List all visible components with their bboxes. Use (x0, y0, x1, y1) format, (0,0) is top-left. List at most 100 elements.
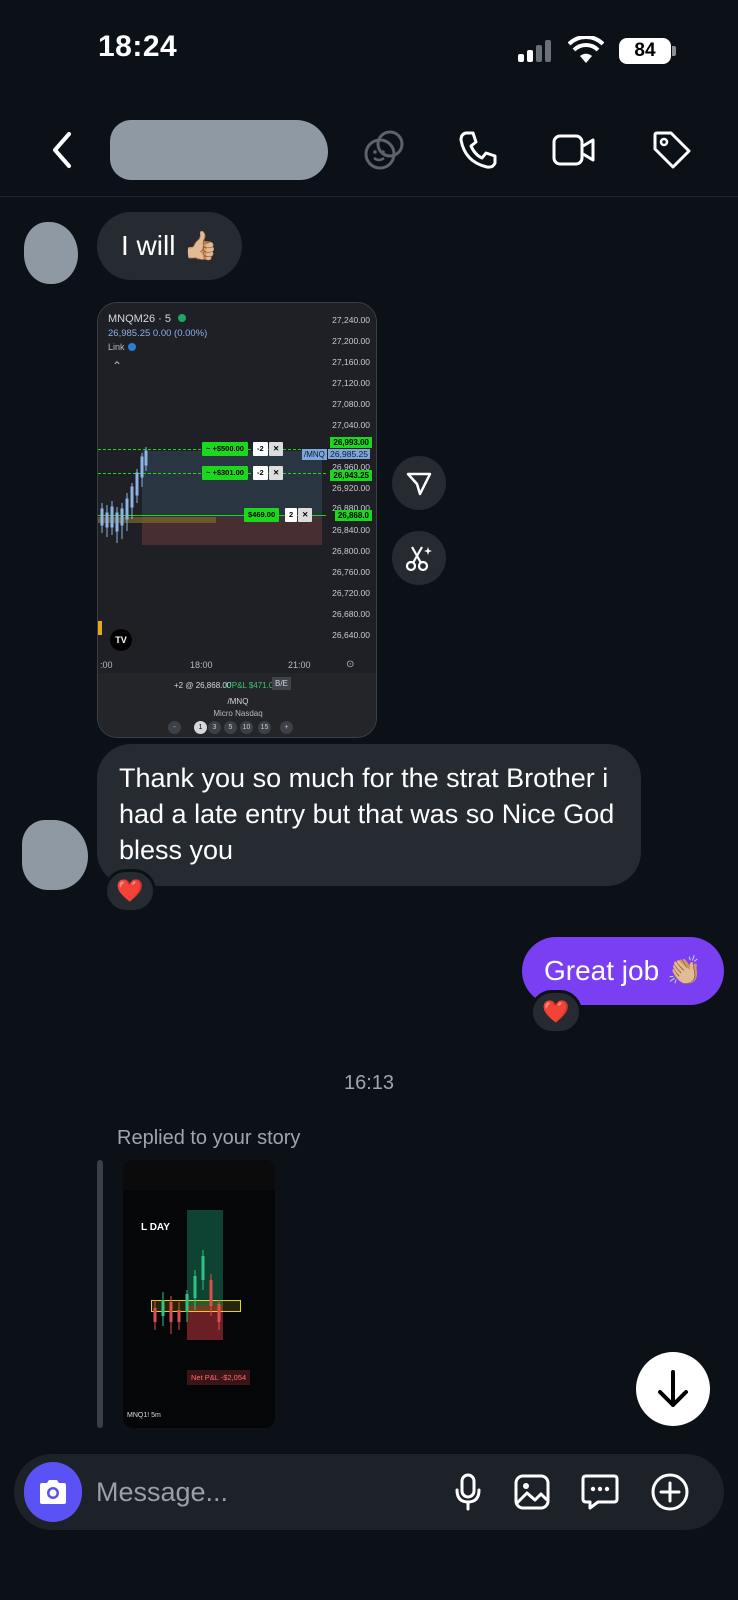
chat-bubble-icon (581, 1474, 619, 1510)
wifi-icon (567, 34, 605, 69)
order-chip-qty: -2 (253, 442, 268, 456)
price-tick: 26,868.0 (334, 510, 372, 521)
price-tick: 26,840.00 (332, 525, 370, 535)
sender-avatar[interactable] (24, 222, 78, 284)
scissors-sparkle-icon (405, 546, 432, 572)
incoming-message[interactable]: I will 👍🏼 (97, 212, 243, 280)
qty-option[interactable]: + (280, 721, 293, 734)
microphone-icon (455, 1473, 481, 1511)
timestamp: 16:13 (343, 1072, 395, 1094)
sticker-button[interactable] (574, 1466, 626, 1518)
story-header-strip (123, 1160, 275, 1190)
qty-option[interactable]: 3 (208, 721, 221, 734)
effects-icon[interactable] (356, 122, 412, 178)
price-tick: 26,680.00 (332, 609, 370, 619)
order-cancel-icon[interactable]: ✕ (269, 442, 284, 456)
sender-avatar[interactable] (22, 820, 88, 890)
price-tick: 26,720.00 (332, 588, 370, 598)
price-tick: 27,120.00 (332, 378, 370, 388)
story-caption: L DAY (141, 1222, 170, 1233)
live-dot-icon (178, 314, 186, 322)
order-chip-label: ~ +$500.00 (206, 444, 244, 453)
price-tick: 26,943.25 (330, 470, 372, 481)
price-tick: 26,640.00 (332, 630, 370, 640)
x-tick: :00 (100, 660, 113, 670)
qty-option[interactable]: 15 (258, 721, 271, 734)
price-tick: 27,160.00 (332, 357, 370, 367)
position-qty: 2 (285, 508, 298, 522)
message-reaction[interactable]: ❤️ (530, 990, 582, 1034)
cutout-button[interactable] (392, 531, 446, 585)
chart-quote: 26,985.25 0.00 (0.00%) (108, 328, 208, 339)
gallery-button[interactable] (506, 1466, 558, 1518)
order-chip-2[interactable]: ~ +$301.00 (202, 466, 248, 480)
order-chip-qty: -2 (253, 466, 268, 480)
message-input[interactable] (96, 1472, 426, 1512)
phone-icon[interactable] (450, 122, 506, 178)
x-tick: 21:00 (288, 660, 311, 670)
header-divider (0, 196, 738, 197)
story-bottom-bar: MNQ1! 5m (127, 1412, 161, 1419)
status-time: 18:24 (98, 30, 178, 63)
price-tick: 27,200.00 (332, 336, 370, 346)
order-cancel-icon[interactable]: ✕ (269, 466, 284, 480)
price-tick: 27,040.00 (332, 420, 370, 430)
story-candles (153, 1250, 221, 1334)
price-tick: 26,760.00 (332, 567, 370, 577)
battery-icon: 84 (619, 38, 671, 64)
order-cancel-icon[interactable]: ✕ (298, 508, 313, 522)
heart-icon: ❤️ (116, 878, 144, 903)
position-chip[interactable]: $469.00 (244, 508, 280, 522)
price-tick: 26,985.25 (328, 449, 370, 459)
back-icon[interactable] (34, 122, 90, 178)
order-chip-1[interactable]: ~ +$500.00 (202, 442, 248, 456)
qty-option[interactable]: 10 (240, 721, 253, 734)
candles (100, 447, 148, 543)
chart-symbol: MNQM26 · 5 (108, 313, 171, 325)
chart-image-message[interactable]: MNQM26 · 5 26,985.25 0.00 (0.00%) Link ⌃… (97, 302, 377, 738)
scroll-down-button[interactable] (636, 1352, 710, 1426)
price-tick: 27,240.00 (332, 315, 370, 325)
price-tick: 27,080.00 (332, 399, 370, 409)
story-thumbnail[interactable]: L DAY Net P&L -$2,054 MNQ1! 5m (123, 1160, 275, 1428)
price-tick: 26,993.00 (330, 437, 372, 448)
link-dot-icon (128, 343, 136, 351)
symbol-tag: /MNQ (302, 449, 327, 460)
be-button[interactable]: B/E (272, 677, 291, 690)
price-tick: 26,920.00 (332, 483, 370, 493)
collapse-chevron-icon: ⌃ (112, 359, 123, 373)
send-icon (406, 472, 432, 496)
settings-icon: ⊙ (346, 659, 355, 670)
reply-bar (97, 1160, 103, 1428)
instrument-symbol: /MNQ (227, 697, 249, 706)
price-tick: 26,800.00 (332, 546, 370, 556)
signal-icon (518, 40, 558, 62)
contact-name-obscured[interactable] (110, 120, 328, 180)
incoming-message[interactable]: Thank you so much for the strat Brother … (97, 744, 641, 886)
upl-text: UP&L $471.00 (226, 681, 278, 690)
story-pnl: Net P&L -$2,054 (187, 1370, 251, 1385)
position-line: +2 @ 26,868.00 (174, 681, 232, 690)
qty-option[interactable]: 5 (224, 721, 237, 734)
share-button[interactable] (392, 456, 446, 510)
qty-option[interactable]: - (168, 721, 181, 734)
tag-icon[interactable] (644, 122, 700, 178)
chart-link: Link (108, 342, 125, 352)
left-handle[interactable] (98, 621, 102, 635)
more-button[interactable] (644, 1466, 696, 1518)
instrument-name: Micro Nasdaq (213, 709, 263, 718)
qty-option[interactable]: 1 (194, 721, 207, 734)
message-reaction[interactable]: ❤️ (104, 869, 156, 913)
camera-button[interactable] (24, 1462, 82, 1522)
arrow-down-icon (658, 1370, 688, 1407)
heart-icon: ❤️ (542, 999, 570, 1024)
microphone-button[interactable] (442, 1466, 494, 1518)
order-chip-label: ~ +$301.00 (206, 468, 244, 477)
replied-to-story-label: Replied to your story (117, 1127, 301, 1149)
image-icon (514, 1474, 550, 1510)
camera-icon (40, 1480, 66, 1504)
battery-nub (672, 46, 676, 56)
tradingview-logo-icon: TV (110, 629, 132, 651)
plus-circle-icon (651, 1473, 689, 1511)
video-icon[interactable] (546, 122, 602, 178)
